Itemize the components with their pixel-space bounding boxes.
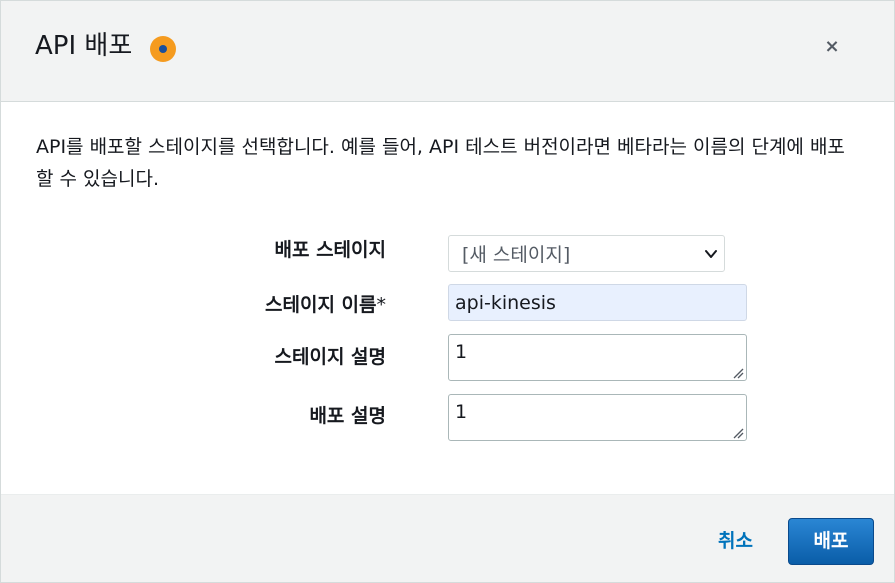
stage-description-textarea[interactable]: 1: [448, 334, 747, 381]
deploy-api-dialog: API 배포 × API를 배포할 스테이지를 선택합니다. 예를 들어, AP…: [0, 0, 895, 583]
chevron-down-icon: [705, 250, 717, 258]
resize-grip-icon[interactable]: [732, 427, 744, 439]
stage-name-input[interactable]: [448, 284, 747, 321]
dialog-footer: 취소 배포: [1, 494, 894, 582]
required-mark: *: [376, 294, 387, 316]
dialog-title: API 배포: [35, 31, 133, 61]
deploy-stage-selected-value: [새 스테이지]: [462, 244, 571, 266]
deploy-button[interactable]: 배포: [788, 518, 874, 565]
deployment-description-textarea[interactable]: 1: [448, 394, 747, 441]
deploy-stage-select[interactable]: [새 스테이지]: [448, 235, 725, 272]
deploy-stage-label: 배포 스테이지: [274, 239, 387, 261]
stage-name-label-text: 스테이지 이름: [265, 294, 377, 316]
info-badge-icon[interactable]: [150, 36, 176, 62]
stage-name-label: 스테이지 이름*: [26, 290, 386, 317]
cancel-button[interactable]: 취소: [718, 526, 753, 553]
close-button[interactable]: ×: [819, 33, 845, 61]
dialog-description: API를 배포할 스테이지를 선택합니다. 예를 들어, API 테스트 버전이…: [36, 136, 845, 190]
stage-description-label: 스테이지 설명: [274, 346, 387, 368]
resize-grip-icon[interactable]: [732, 367, 744, 379]
dialog-header: API 배포 ×: [1, 1, 894, 102]
deployment-description-label: 배포 설명: [309, 405, 386, 427]
